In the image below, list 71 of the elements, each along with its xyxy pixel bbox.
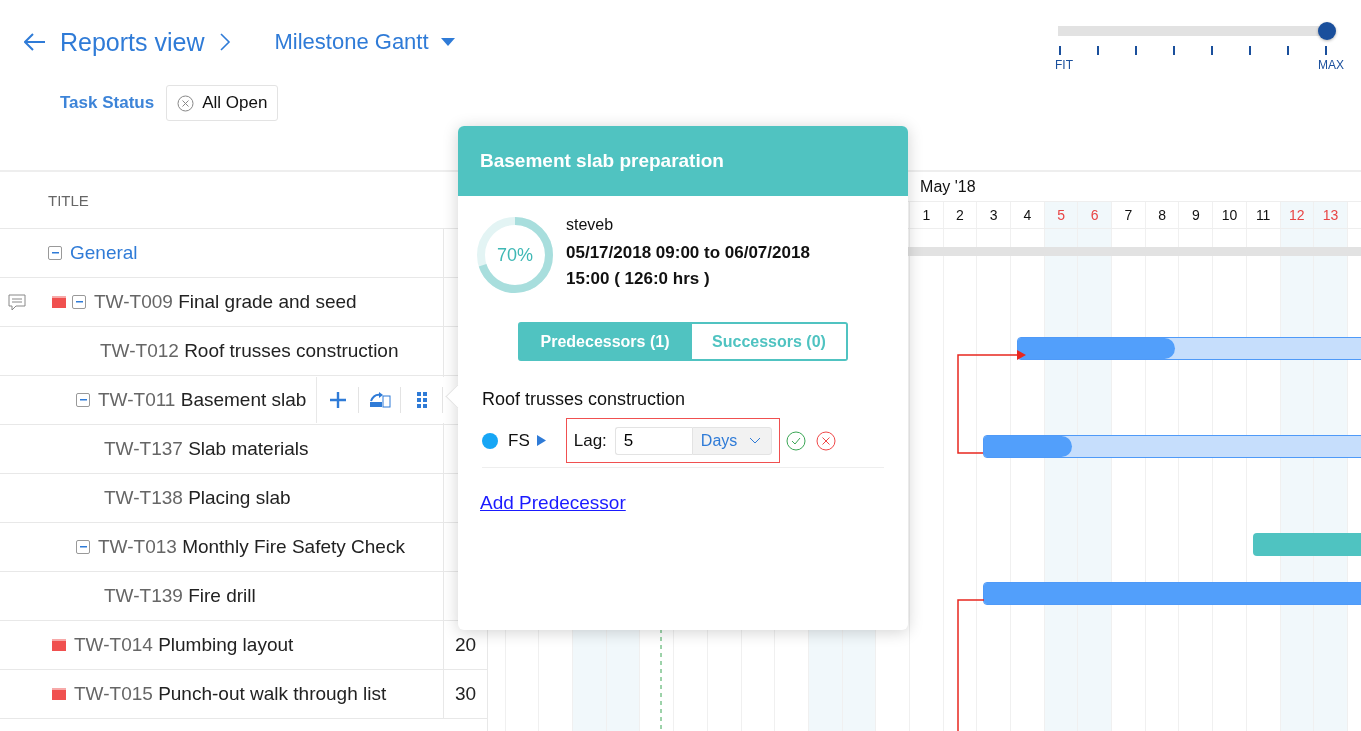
- day-label: 13: [1322, 207, 1339, 223]
- confirm-button[interactable]: [785, 430, 806, 451]
- day-label: 8: [1158, 207, 1166, 223]
- filter-chip[interactable]: All Open: [166, 85, 279, 121]
- swap-icon: [368, 392, 391, 408]
- tick-mark: [1287, 46, 1289, 55]
- status-dot: [482, 432, 498, 449]
- back-link[interactable]: Reports view: [24, 27, 205, 57]
- day-label: 3: [989, 207, 998, 223]
- close-circle-icon: [815, 430, 836, 451]
- collapse-toggle[interactable]: [76, 540, 90, 554]
- month-label: May '18: [920, 177, 976, 196]
- task-title[interactable]: TW-T013 Monthly Fire Safety Check: [98, 536, 405, 558]
- collapse-toggle[interactable]: [72, 295, 86, 309]
- day-label: 1: [922, 207, 931, 223]
- collapse-toggle[interactable]: [76, 393, 90, 407]
- task-title[interactable]: TW-T012 Roof trusses construction: [100, 340, 399, 362]
- task-title[interactable]: TW-T011 Basement slab: [98, 389, 307, 411]
- task-title[interactable]: TW-T138 Placing slab: [104, 487, 291, 509]
- zoom-min-label: FIT: [1055, 58, 1073, 72]
- slider-thumb[interactable]: [1318, 22, 1336, 40]
- tick-mark: [1173, 46, 1175, 55]
- cancel-button[interactable]: [815, 430, 836, 451]
- back-arrow-icon: [24, 33, 46, 51]
- group-title[interactable]: General: [70, 242, 138, 264]
- progress-label: 70%: [497, 245, 533, 265]
- dependency-type-button[interactable]: FS: [508, 430, 546, 451]
- task-title[interactable]: TW-T137 Slab materials: [104, 438, 309, 460]
- day-label: 4: [1023, 207, 1032, 223]
- unit-dropdown[interactable]: Days: [691, 426, 772, 455]
- add-predecessor-link[interactable]: Add Predecessor: [480, 492, 626, 514]
- lag-input[interactable]: 5: [614, 426, 692, 455]
- task-title[interactable]: TW-T014 Plumbing layout: [74, 634, 294, 656]
- tick-mark: [1097, 46, 1099, 55]
- day-label: 9: [1191, 207, 1200, 223]
- play-icon: [536, 435, 546, 446]
- zoom-max-label: MAX: [1318, 58, 1344, 72]
- chevron-down-icon: [749, 437, 762, 444]
- comment-icon[interactable]: [8, 294, 26, 311]
- task-title[interactable]: TW-T009 Final grade and seed: [94, 291, 357, 313]
- tick-mark: [1059, 46, 1061, 55]
- view-dropdown[interactable]: Milestone Gantt: [274, 29, 455, 55]
- task-title[interactable]: TW-T015 Punch-out walk through list: [74, 683, 387, 705]
- grip-icon: [416, 392, 427, 408]
- predecessor-name: Roof trusses construction: [482, 389, 687, 410]
- filter-label: Task Status: [60, 93, 155, 113]
- day-label: 12: [1289, 207, 1305, 223]
- column-header: TITLE: [47, 191, 90, 209]
- day-label: 7: [1124, 207, 1133, 223]
- tick-mark: [1325, 46, 1327, 55]
- tick-mark: [1211, 46, 1213, 55]
- close-circle-icon: [177, 94, 195, 112]
- owner-name: steveb: [566, 216, 615, 234]
- day-label: 6: [1090, 207, 1099, 223]
- collapse-toggle[interactable]: [48, 246, 62, 260]
- check-circle-icon: [785, 430, 806, 451]
- task-title[interactable]: TW-T139 Fire drill: [104, 585, 256, 607]
- tick-mark: [1135, 46, 1137, 55]
- chevron-right-icon: [218, 32, 231, 52]
- plus-icon: [328, 391, 347, 409]
- day-label: 5: [1057, 207, 1065, 223]
- day-label: 2: [956, 207, 964, 223]
- task-title: Basement slab preparation: [480, 150, 724, 172]
- count-text: 20: [454, 634, 477, 656]
- schedule-text: 05/17/2018 09:00 to 06/07/2018 15:00 ( 126:0 hrs ): [566, 242, 811, 290]
- day-label: 11: [1255, 207, 1271, 223]
- day-label: 10: [1221, 207, 1238, 223]
- count-text: 30: [454, 683, 477, 705]
- lag-label: Lag:: [573, 430, 607, 451]
- caret-down-icon: [440, 38, 455, 46]
- tick-mark: [1249, 46, 1251, 55]
